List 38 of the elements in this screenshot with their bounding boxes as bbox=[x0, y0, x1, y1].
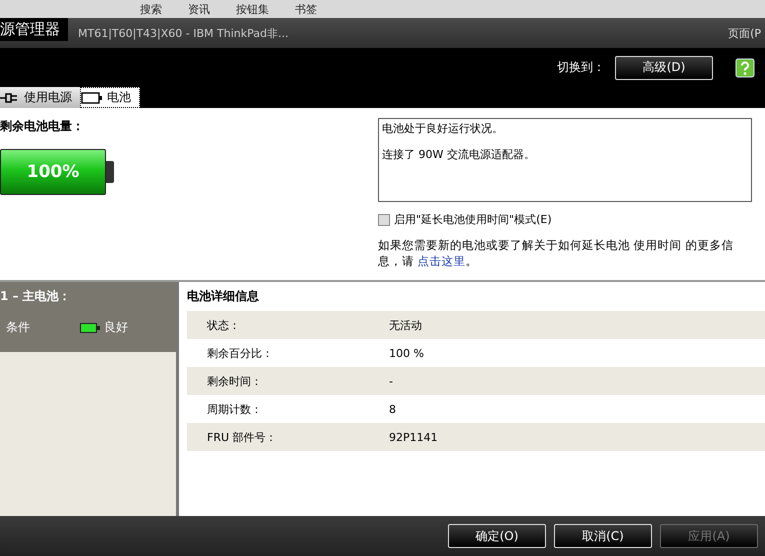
status-text: 连接了 90W 交流电源适配器。 bbox=[382, 147, 536, 162]
detail-value: - bbox=[389, 374, 393, 388]
browser-toolbar-item[interactable]: 按钮集 bbox=[226, 2, 279, 16]
dialog-button[interactable]: 取消(C) bbox=[554, 524, 652, 548]
dialog-button[interactable]: 确定(O) bbox=[448, 524, 546, 548]
charge-label: 剩余电池电量： bbox=[0, 118, 85, 135]
tab[interactable]: 电池 bbox=[80, 87, 140, 108]
browser-tab[interactable]: MT61|T60|T43|X60 - IBM ThinkPad非... bbox=[78, 26, 288, 40]
details-title: 电池详细信息 bbox=[187, 288, 260, 305]
detail-label: 剩余百分比： bbox=[206, 346, 274, 360]
detail-label: 周期计数： bbox=[206, 402, 263, 416]
condition-label: 条件 bbox=[6, 319, 31, 336]
tab[interactable]: 使用电源 bbox=[0, 87, 80, 108]
battery-icon bbox=[81, 92, 103, 104]
browser-toolbar-item[interactable]: 书签 bbox=[285, 2, 327, 16]
detail-value: 8 bbox=[389, 402, 396, 416]
status-text: 电池处于良好运行状况。 bbox=[382, 121, 504, 136]
battery-panel-title: 1 – 主电池： bbox=[0, 288, 72, 305]
detail-value: 100 % bbox=[389, 346, 424, 360]
browser-toolbar-item[interactable]: 资讯 bbox=[178, 2, 220, 16]
plug-icon bbox=[0, 92, 20, 104]
advanced-button[interactable]: 高级(D) bbox=[615, 56, 713, 80]
detail-label: 状态： bbox=[206, 318, 241, 332]
click-here-link[interactable]: 点击这里 bbox=[418, 254, 466, 268]
extend-mode-checkbox[interactable]: 启用"延长电池使用时间"模式(E) bbox=[378, 212, 752, 227]
detail-value: 无活动 bbox=[389, 318, 422, 332]
battery-icon bbox=[80, 322, 100, 332]
switch-label: 切换到： bbox=[557, 59, 605, 76]
condition-value: 良好 bbox=[104, 319, 128, 336]
detail-label: 剩余时间： bbox=[206, 374, 263, 388]
browser-toolbar-item[interactable]: 搜索 bbox=[130, 2, 172, 16]
detail-label: FRU 部件号： bbox=[206, 430, 278, 444]
page-menu[interactable]: 页面(P bbox=[728, 26, 765, 40]
battery-gauge: 100% bbox=[0, 149, 114, 195]
info-text: 如果您需要新的电池或要了解关于如何延长电池 使用时间 的更多信息，请 点击这里。 bbox=[378, 237, 734, 269]
detail-value: 92P1141 bbox=[389, 430, 438, 444]
help-icon[interactable] bbox=[735, 58, 755, 78]
window-title: 源管理器 bbox=[0, 18, 68, 41]
